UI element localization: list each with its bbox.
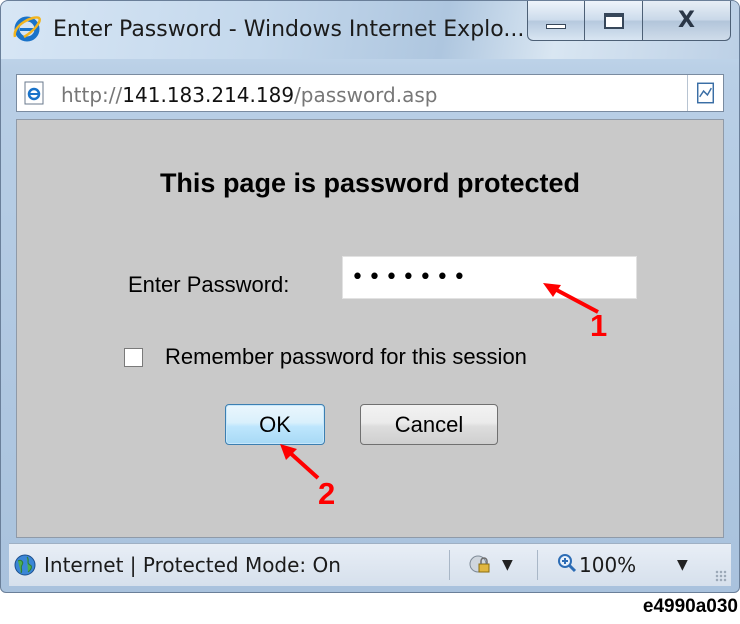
url-prefix: http:// <box>61 83 123 107</box>
minimize-icon <box>546 24 566 29</box>
url-text[interactable]: http://141.183.214.189/password.asp <box>61 83 437 107</box>
cancel-button[interactable]: Cancel <box>360 404 498 445</box>
browser-window: Enter Password - Windows Internet Explo.… <box>0 0 740 593</box>
page-content: This page is password protected Enter Pa… <box>16 119 724 538</box>
remember-label[interactable]: Remember password for this session <box>165 344 527 370</box>
page-heading: This page is password protected <box>159 168 581 198</box>
callout-number-2: 2 <box>318 476 336 511</box>
password-field[interactable] <box>342 256 637 299</box>
window-controls: X <box>527 1 731 45</box>
maximize-icon <box>603 12 624 29</box>
password-label: Enter Password: <box>128 272 290 297</box>
close-button[interactable]: X <box>643 1 731 41</box>
close-icon: X <box>678 8 695 33</box>
security-zone-text[interactable]: Internet | Protected Mode: On <box>44 553 341 577</box>
minimize-button[interactable] <box>527 1 585 41</box>
callout-number-1: 1 <box>590 308 608 343</box>
zoom-icon[interactable] <box>557 553 577 573</box>
address-bar[interactable]: http://141.183.214.189/password.asp <box>16 74 724 112</box>
compatibility-view-icon[interactable] <box>687 75 723 111</box>
figure-caption: e4990a030 <box>642 596 738 617</box>
ie-page-icon <box>24 81 44 105</box>
url-host: 141.183.214.189 <box>122 83 295 107</box>
zone-dropdown-arrow-icon[interactable]: ▼ <box>502 557 513 573</box>
internet-explorer-icon <box>13 16 41 42</box>
protected-mode-icon[interactable] <box>468 552 492 576</box>
zoom-dropdown-arrow-icon[interactable]: ▼ <box>677 557 688 573</box>
remember-checkbox[interactable] <box>124 348 143 367</box>
resize-grip[interactable] <box>715 570 727 582</box>
globe-icon <box>14 554 36 576</box>
zoom-level[interactable]: 100% <box>579 553 636 577</box>
status-separator <box>537 550 538 580</box>
title-bar[interactable]: Enter Password - Windows Internet Explo.… <box>1 1 739 59</box>
window-title: Enter Password - Windows Internet Explo.… <box>53 17 525 42</box>
url-path: /password.asp <box>294 83 438 107</box>
status-separator <box>449 550 450 580</box>
ok-button[interactable]: OK <box>225 404 325 445</box>
status-bar: Internet | Protected Mode: On ▼ 100% ▼ <box>9 543 731 586</box>
maximize-button[interactable] <box>585 1 643 41</box>
